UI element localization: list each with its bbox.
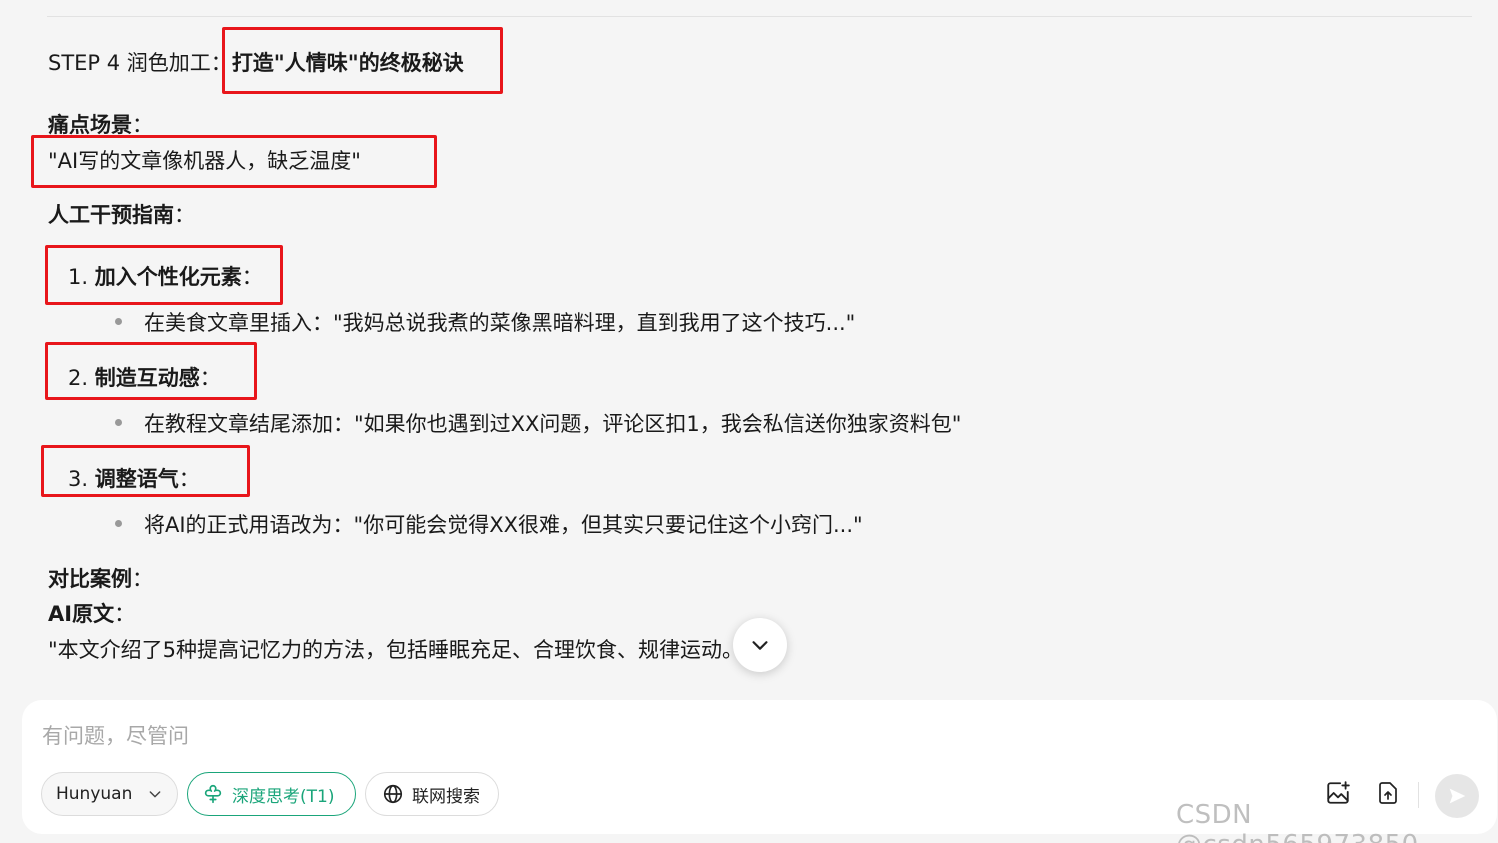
bullet-dot — [115, 318, 122, 325]
colon: ： — [132, 113, 153, 137]
chevron-down-icon — [149, 791, 161, 798]
colon: ： — [114, 602, 136, 626]
step-prefix: STEP 4 润色加工： — [48, 51, 232, 75]
list-title: 制造互动感 — [94, 366, 200, 390]
deep-think-label: 深度思考(T1) — [232, 786, 335, 807]
list-item-heading-1: 1. 加入个性化元素： — [68, 261, 263, 291]
compare-heading: 对比案例： — [48, 563, 153, 593]
globe-icon — [383, 784, 403, 804]
deep-think-toggle[interactable]: 深度思考(T1) — [187, 772, 356, 816]
list-item-bullet-1: 在美食文章里插入："我妈总说我煮的菜像黑暗料理，直到我用了这个技巧..." — [144, 311, 856, 335]
compare-label: 对比案例 — [48, 567, 132, 591]
colon: ： — [199, 366, 221, 390]
watermark: CSDN @csdn565973850 — [1176, 800, 1418, 843]
page: STEP 4 润色加工：打造"人情味"的终极秘诀 痛点场景： "AI写的文章像机… — [0, 0, 1498, 843]
step-heading: STEP 4 润色加工：打造"人情味"的终极秘诀 — [48, 47, 464, 77]
colon: ： — [174, 203, 195, 227]
ai-original-heading: AI原文： — [48, 598, 135, 628]
scroll-down-button[interactable] — [733, 618, 787, 672]
colon: ： — [241, 265, 263, 289]
ai-original-text: "本文介绍了5种提高记忆力的方法，包括睡眠充足、合理饮食、规律运动。" — [48, 638, 753, 662]
list-number: 3. — [68, 467, 89, 491]
ai-original-label: AI原文 — [48, 602, 115, 626]
chat-message: STEP 4 润色加工：打造"人情味"的终极秘诀 痛点场景： "AI写的文章像机… — [48, 0, 1468, 700]
list-title: 调整语气 — [94, 467, 179, 491]
bullet-dot — [115, 520, 122, 527]
deep-think-icon — [204, 784, 222, 804]
pain-point-quote: "AI写的文章像机器人，缺乏温度" — [48, 149, 361, 173]
colon: ： — [178, 467, 200, 491]
list-item-heading-3: 3. 调整语气： — [68, 463, 200, 493]
web-search-toggle[interactable]: 联网搜索 — [365, 772, 499, 816]
pain-point-label: 痛点场景 — [48, 113, 132, 137]
chat-input[interactable] — [42, 718, 1142, 754]
list-item-bullet-3: 将AI的正式用语改为："你可能会觉得XX很难，但其实只要记住这个小窍门..." — [144, 513, 863, 537]
web-search-label: 联网搜索 — [412, 786, 480, 807]
pain-point-heading: 痛点场景： — [48, 109, 153, 139]
guide-label: 人工干预指南 — [48, 203, 174, 227]
list-item-bullet-2: 在教程文章结尾添加："如果你也遇到过XX问题，评论区扣1，我会私信送你独家资料包… — [144, 412, 962, 436]
list-item-heading-2: 2. 制造互动感： — [68, 362, 221, 392]
list-number: 1. — [68, 265, 89, 289]
model-label: Hunyuan — [56, 784, 133, 804]
model-selector[interactable]: Hunyuan — [41, 772, 178, 816]
colon: ： — [132, 567, 153, 591]
bullet-dot — [115, 419, 122, 426]
guide-heading: 人工干预指南： — [48, 199, 195, 229]
chevron-down-icon — [752, 641, 768, 650]
step-title: 打造"人情味"的终极秘诀 — [231, 51, 464, 75]
list-number: 2. — [68, 366, 89, 390]
list-title: 加入个性化元素 — [94, 265, 242, 289]
